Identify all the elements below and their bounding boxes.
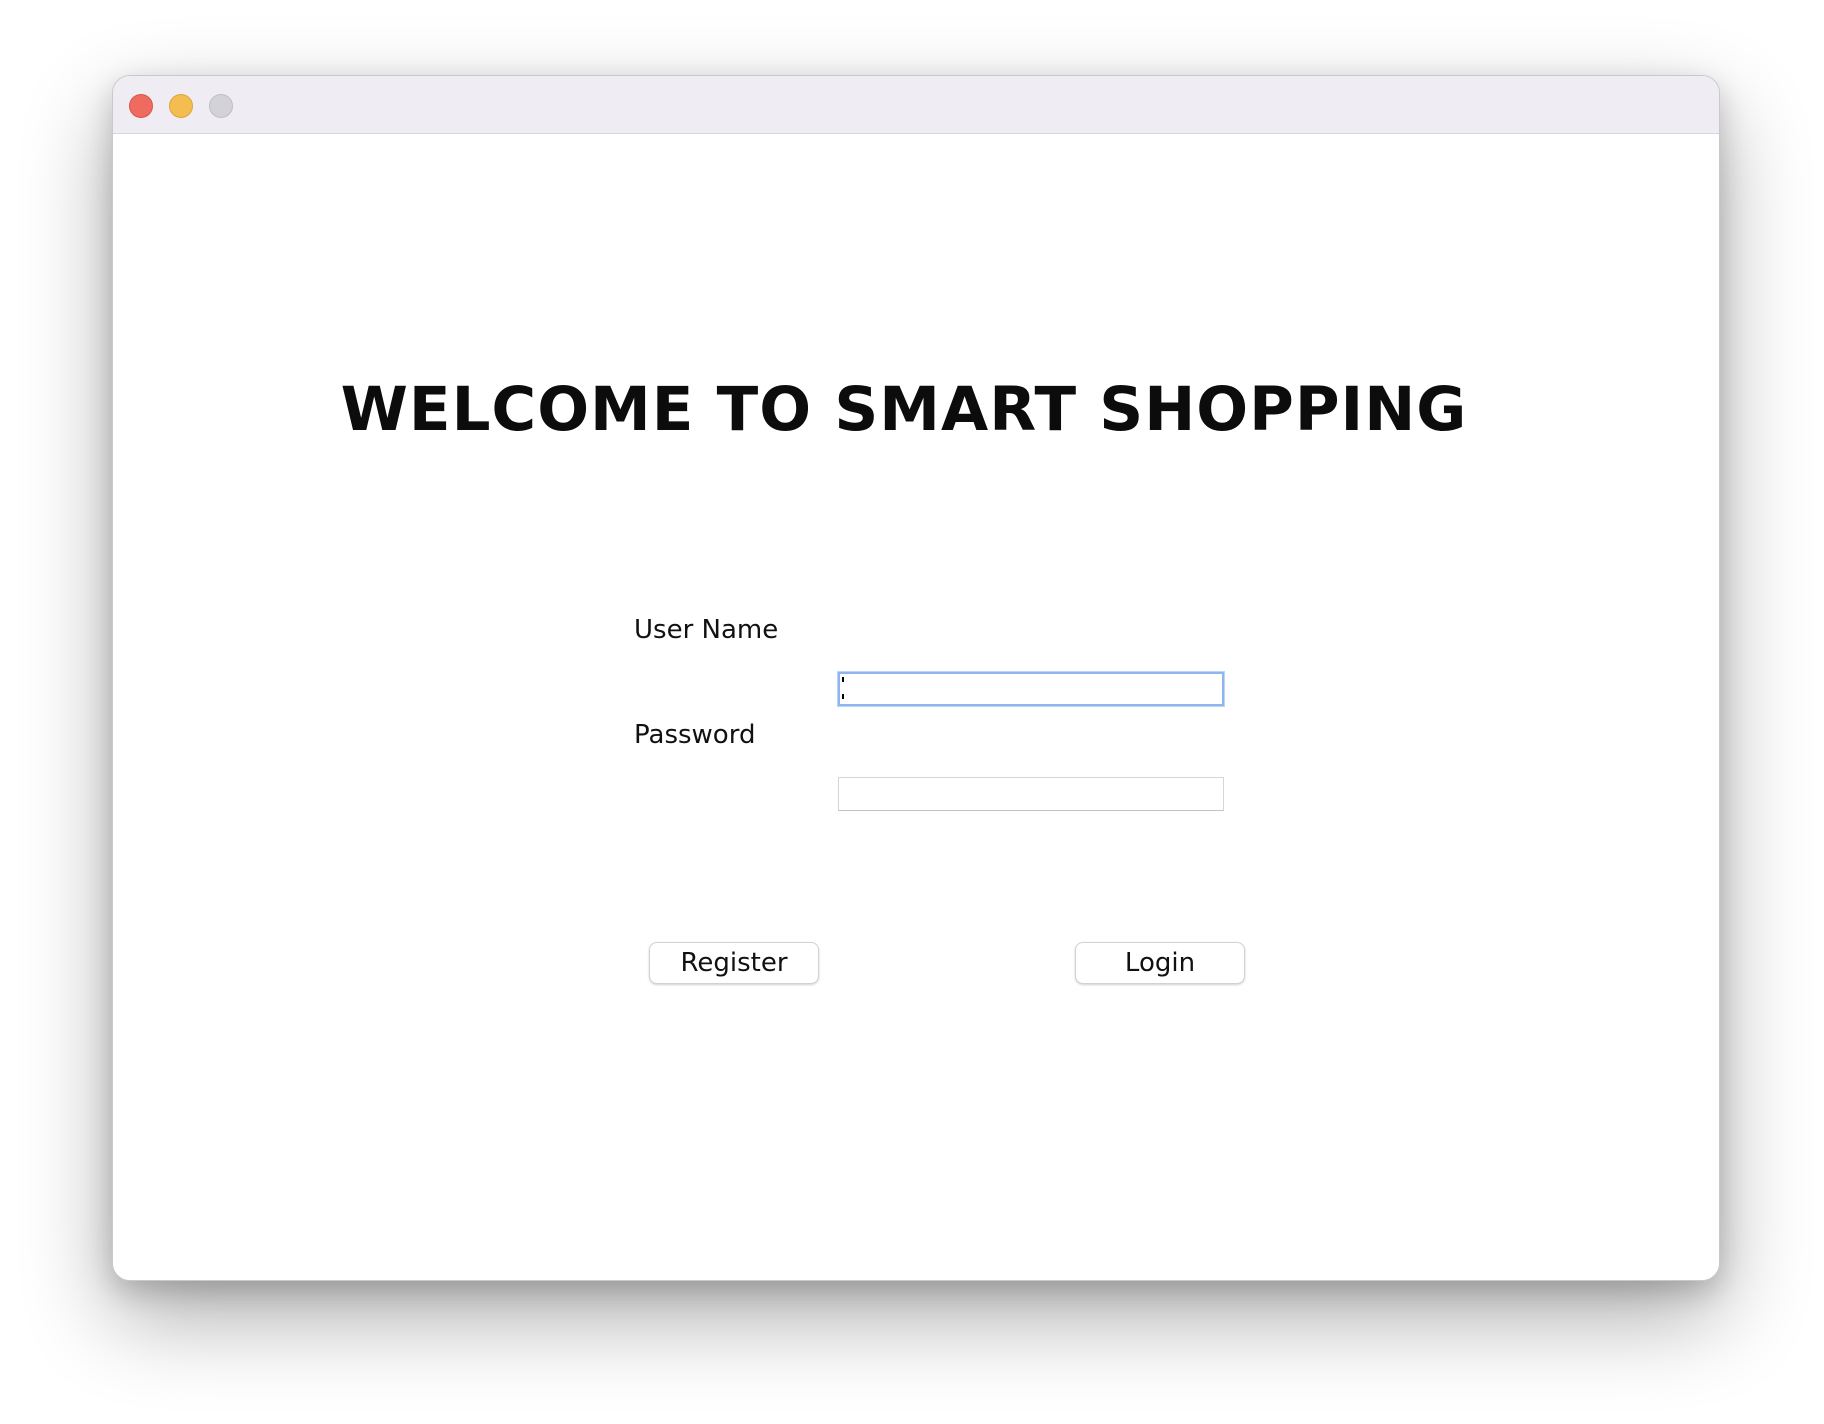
username-label: User Name [634, 615, 779, 645]
password-field[interactable] [838, 777, 1224, 811]
minimize-icon[interactable] [169, 94, 193, 118]
password-label: Password [634, 720, 756, 750]
window-titlebar[interactable] [113, 76, 1719, 134]
username-field[interactable] [838, 672, 1224, 706]
close-icon[interactable] [129, 94, 153, 118]
maximize-icon[interactable] [209, 94, 233, 118]
desktop-background: WELCOME TO SMART SHOPPING User Name Pass… [0, 0, 1824, 1424]
window-content: WELCOME TO SMART SHOPPING User Name Pass… [113, 134, 1719, 1280]
login-window: WELCOME TO SMART SHOPPING User Name Pass… [112, 75, 1720, 1281]
page-title: WELCOME TO SMART SHOPPING [340, 374, 1468, 445]
register-button[interactable]: Register [649, 942, 819, 984]
login-button[interactable]: Login [1075, 942, 1245, 984]
text-cursor [842, 677, 844, 701]
